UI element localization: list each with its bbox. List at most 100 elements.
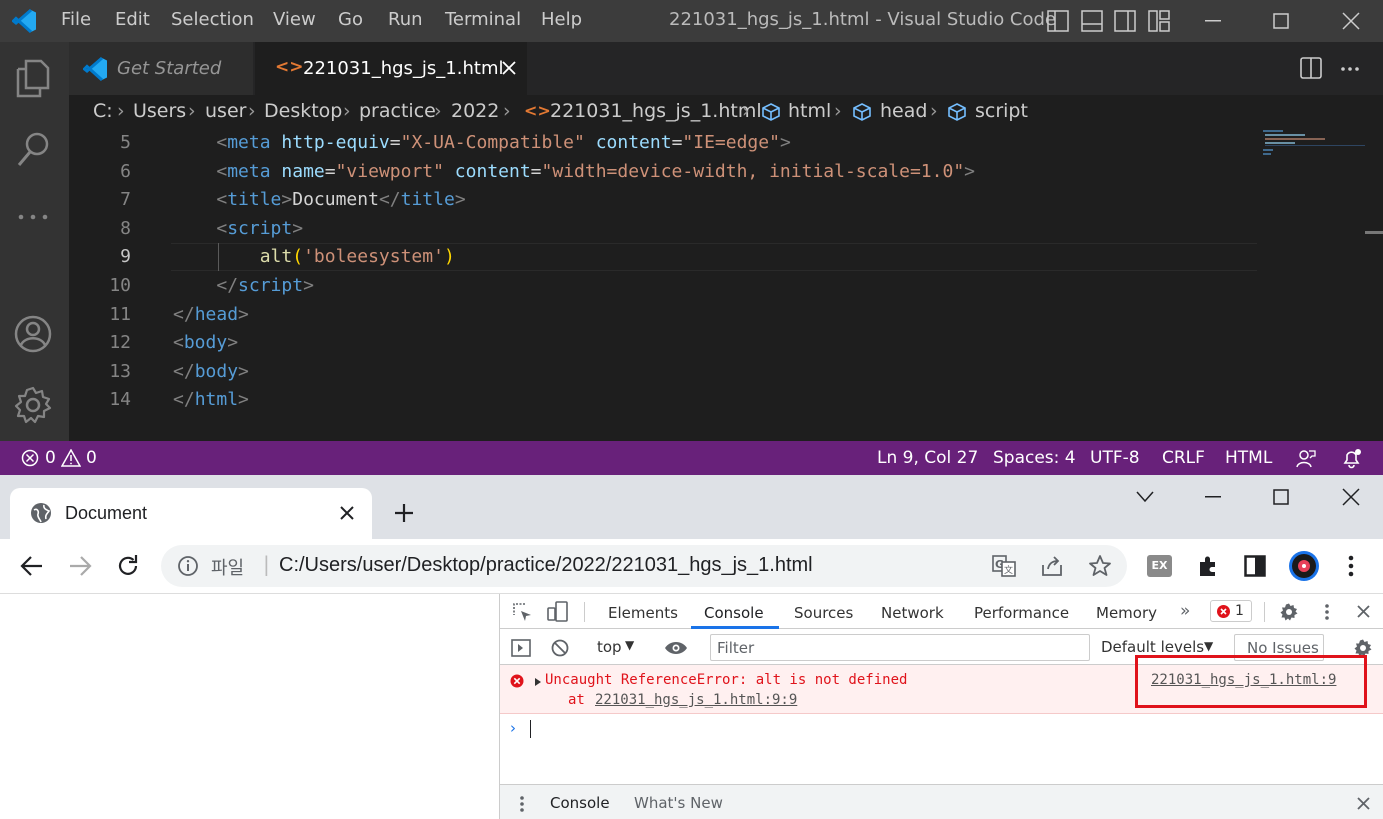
breadcrumb-item[interactable]: Users <box>133 100 186 122</box>
breadcrumb-item[interactable]: 2022 <box>451 100 499 122</box>
close-tab-icon[interactable] <box>502 61 516 75</box>
forward-arrow-icon[interactable] <box>68 555 92 577</box>
error-counter[interactable]: 1 <box>1210 600 1252 622</box>
new-tab-icon[interactable] <box>394 503 414 523</box>
more-options-icon[interactable] <box>1324 603 1330 621</box>
menu-run[interactable]: Run <box>388 9 423 30</box>
error-count[interactable]: 0 <box>45 448 56 468</box>
device-toolbar-icon[interactable] <box>547 601 569 623</box>
minimize-icon[interactable] <box>1205 20 1221 22</box>
tab-get-started[interactable]: Get Started <box>69 42 253 95</box>
encoding[interactable]: UTF-8 <box>1090 448 1140 468</box>
tab-search-chevron-icon[interactable] <box>1136 491 1154 503</box>
side-panel-icon[interactable] <box>1244 555 1266 577</box>
notifications-bell-icon[interactable] <box>1341 447 1363 469</box>
chrome-menu-icon[interactable] <box>1347 554 1355 578</box>
maximize-icon[interactable] <box>1273 489 1289 505</box>
breadcrumb-item[interactable]: head <box>880 100 927 122</box>
drawer-tab-console[interactable]: Console <box>550 794 610 812</box>
breadcrumb-item[interactable]: html <box>788 100 831 122</box>
toggle-panel-icon[interactable] <box>1081 10 1103 32</box>
close-icon[interactable] <box>1342 12 1360 30</box>
toggle-primary-sidebar-icon[interactable] <box>1047 10 1069 32</box>
drawer-menu-icon[interactable] <box>519 795 525 813</box>
warning-count[interactable]: 0 <box>86 448 97 468</box>
chevron-down-icon[interactable]: ▼ <box>1204 639 1213 653</box>
extensions-puzzle-icon[interactable] <box>1196 554 1220 578</box>
more-tabs-icon[interactable]: » <box>1180 601 1190 621</box>
toggle-secondary-sidebar-icon[interactable] <box>1114 10 1136 32</box>
stack-link[interactable]: 221031_hgs_js_1.html:9:9 <box>595 692 797 708</box>
close-devtools-icon[interactable] <box>1357 605 1370 618</box>
explorer-icon[interactable] <box>15 58 51 98</box>
gear-icon[interactable] <box>1279 602 1299 622</box>
share-icon[interactable] <box>1040 555 1064 577</box>
breadcrumb-item[interactable]: user <box>205 100 246 122</box>
code-token: </ <box>173 360 195 382</box>
more-views-icon[interactable] <box>17 212 51 222</box>
accounts-icon[interactable] <box>13 314 53 354</box>
error-icon[interactable] <box>21 449 39 467</box>
browser-tab[interactable]: Document <box>10 488 372 539</box>
bookmark-star-icon[interactable] <box>1088 554 1112 578</box>
tab-network[interactable]: Network <box>881 604 944 622</box>
reload-icon[interactable] <box>116 554 140 578</box>
console-prompt[interactable]: › <box>500 714 1383 744</box>
translate-icon[interactable]: G文 <box>992 555 1016 577</box>
indentation[interactable]: Spaces: 4 <box>993 448 1076 468</box>
drawer-tab-whats-new[interactable]: What's New <box>634 794 723 812</box>
warning-icon[interactable] <box>61 449 81 467</box>
context-select[interactable]: top <box>597 638 622 656</box>
split-editor-icon[interactable] <box>1300 57 1322 79</box>
address-bar[interactable]: 파일 | C:/Users/user/Desktop/practice/2022… <box>161 545 1127 587</box>
menu-help[interactable]: Help <box>541 9 582 30</box>
chevron-down-icon[interactable]: ▼ <box>625 638 634 652</box>
menu-view[interactable]: View <box>273 9 316 30</box>
menu-selection[interactable]: Selection <box>171 9 254 30</box>
live-expression-eye-icon[interactable] <box>664 641 688 655</box>
tab-elements[interactable]: Elements <box>608 604 678 622</box>
menu-file[interactable]: File <box>61 9 91 30</box>
minimize-icon[interactable] <box>1205 496 1221 498</box>
expand-triangle-icon[interactable] <box>534 677 542 687</box>
tab-sources[interactable]: Sources <box>794 604 853 622</box>
breadcrumb-item[interactable]: C: <box>93 100 113 122</box>
search-icon[interactable] <box>15 130 53 170</box>
close-icon[interactable] <box>1342 488 1360 506</box>
clear-console-icon[interactable] <box>551 639 569 657</box>
feedback-icon[interactable] <box>1296 448 1316 468</box>
breadcrumb-item[interactable]: script <box>975 100 1028 122</box>
url-text[interactable]: C:/Users/user/Desktop/practice/2022/2210… <box>279 554 813 577</box>
tab-memory[interactable]: Memory <box>1096 604 1157 622</box>
back-arrow-icon[interactable] <box>20 555 44 577</box>
menu-terminal[interactable]: Terminal <box>445 9 521 30</box>
breadcrumb-item[interactable]: practice <box>359 100 436 122</box>
close-drawer-icon[interactable] <box>1357 797 1370 810</box>
more-actions-icon[interactable] <box>1340 66 1360 72</box>
tab-active-file[interactable]: <> 221031_hgs_js_1.html <box>255 42 527 95</box>
info-icon[interactable] <box>178 556 198 576</box>
close-tab-icon[interactable] <box>340 506 354 520</box>
breadcrumb-item[interactable]: 221031_hgs_js_1.html <box>550 100 762 122</box>
end-of-line[interactable]: CRLF <box>1162 448 1205 468</box>
log-levels-dropdown[interactable]: Default levels <box>1101 638 1204 656</box>
gear-icon[interactable] <box>13 385 53 425</box>
maximize-icon[interactable] <box>1273 13 1289 29</box>
tab-performance[interactable]: Performance <box>974 604 1069 622</box>
customize-layout-icon[interactable] <box>1148 10 1170 32</box>
breadcrumb-item[interactable]: Desktop <box>264 100 342 122</box>
inspect-element-icon[interactable] <box>513 603 533 623</box>
show-sidebar-icon[interactable] <box>511 639 531 657</box>
minimap[interactable] <box>1261 128 1365 158</box>
console-filter-input[interactable]: Filter <box>710 634 1090 661</box>
tab-console[interactable]: Console <box>704 604 764 622</box>
code-editor[interactable]: 5 <meta http-equiv="X-UA-Compatible" con… <box>69 128 1383 441</box>
cursor-position[interactable]: Ln 9, Col 27 <box>877 448 978 468</box>
scrollbar-thumb[interactable] <box>1365 231 1383 234</box>
menu-go[interactable]: Go <box>338 9 363 30</box>
browser-toolbar: 파일 | C:/Users/user/Desktop/practice/2022… <box>0 539 1383 594</box>
extension-badge[interactable]: EX <box>1147 555 1172 577</box>
avatar[interactable] <box>1289 551 1319 581</box>
menu-edit[interactable]: Edit <box>115 9 150 30</box>
language-mode[interactable]: HTML <box>1225 448 1272 468</box>
